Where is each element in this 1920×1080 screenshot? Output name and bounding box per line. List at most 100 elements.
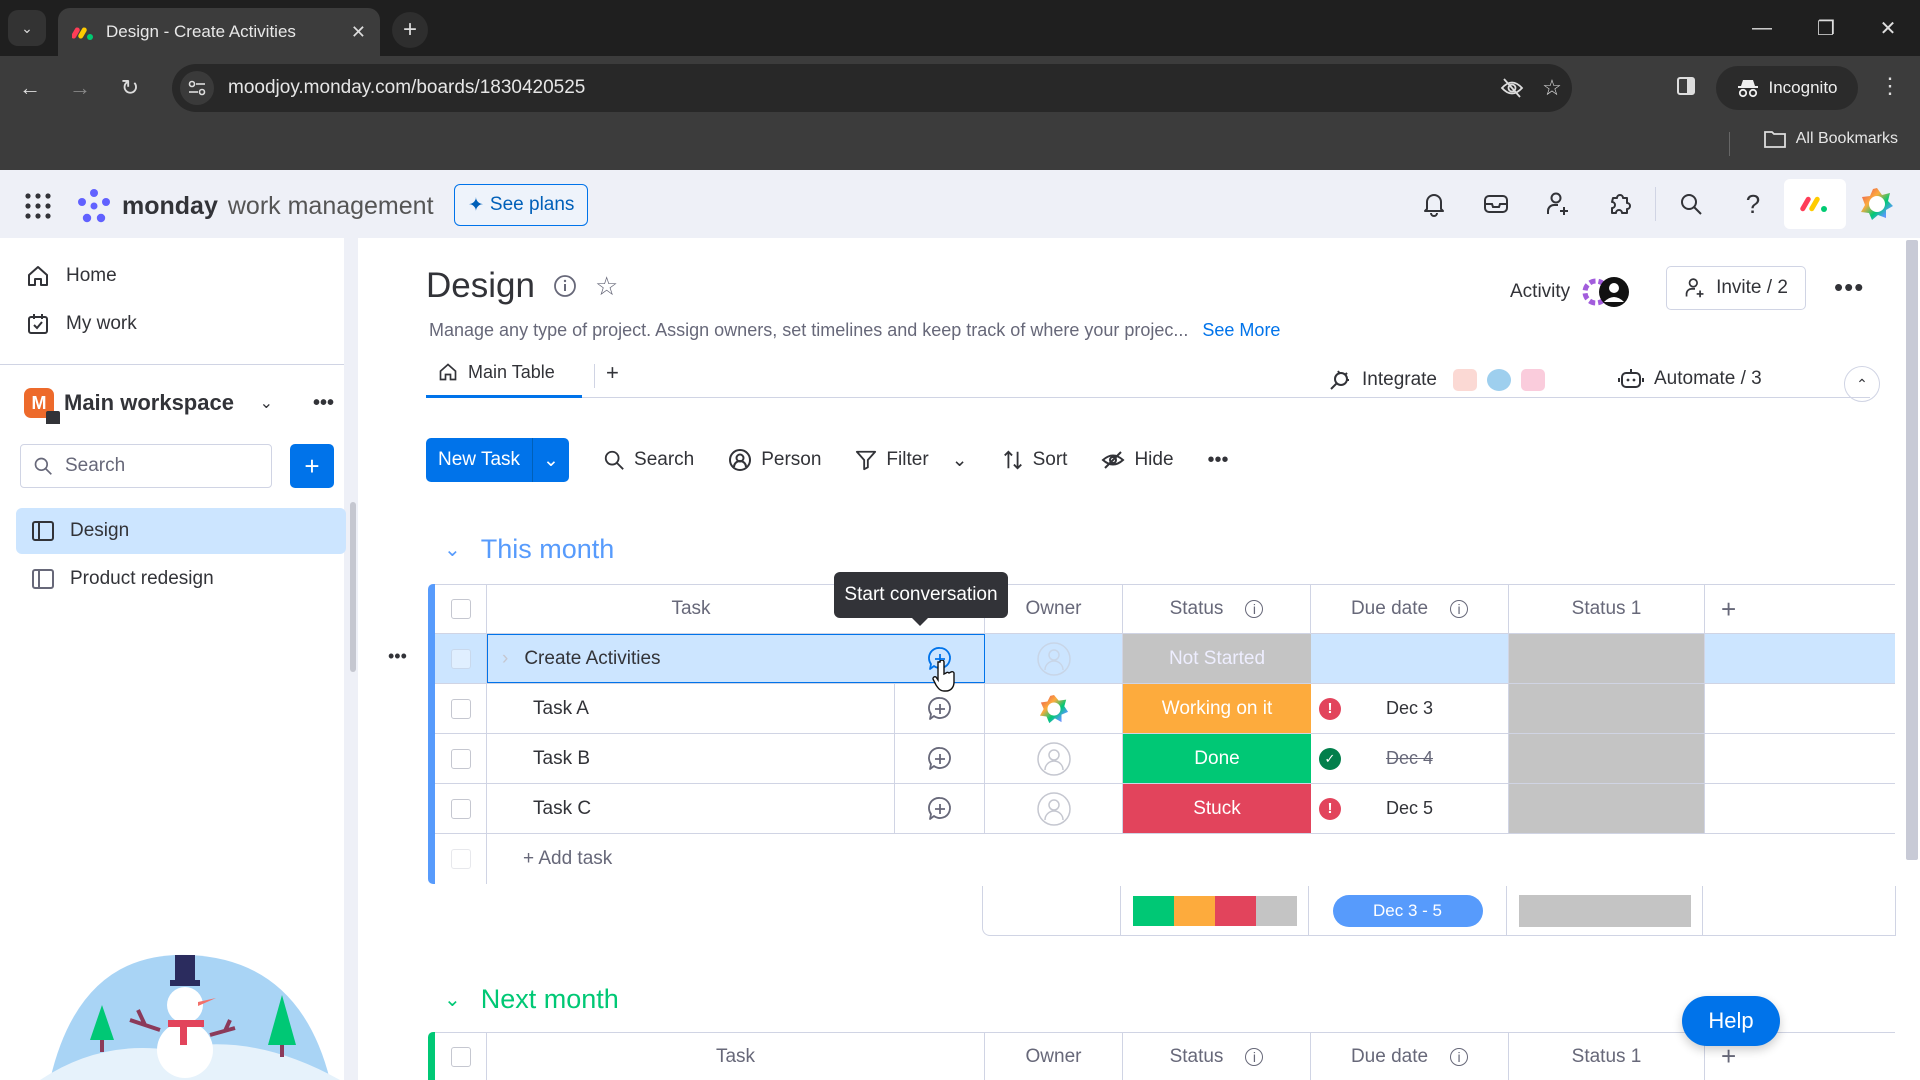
- info-icon[interactable]: i: [1245, 1047, 1264, 1066]
- group-collapse-chevron-icon[interactable]: ⌄: [444, 987, 461, 1012]
- due-date-cell[interactable]: ✓ Dec 4: [1311, 734, 1509, 783]
- add-board-button[interactable]: +: [290, 444, 334, 488]
- table-row[interactable]: Task C Stuck ! Dec 5: [435, 784, 1895, 834]
- new-tab-button[interactable]: +: [392, 12, 428, 48]
- empty-owner-icon[interactable]: [1036, 741, 1072, 777]
- group-collapse-chevron-icon[interactable]: ⌄: [444, 537, 461, 562]
- board-more-icon[interactable]: •••: [1834, 272, 1864, 303]
- task-name[interactable]: Task A: [533, 698, 589, 720]
- add-view-button[interactable]: +: [606, 360, 619, 386]
- info-icon[interactable]: i: [1245, 600, 1264, 618]
- restore-button[interactable]: ❐: [1794, 0, 1858, 56]
- sidebar-item-my-work[interactable]: My work: [26, 312, 137, 336]
- search-icon[interactable]: [1660, 192, 1722, 216]
- task-name-cell[interactable]: Task C: [487, 784, 895, 833]
- row-checkbox[interactable]: [450, 748, 471, 769]
- inbox-icon[interactable]: [1465, 193, 1527, 215]
- task-name[interactable]: Task C: [533, 798, 591, 820]
- due-date-cell[interactable]: ! Dec 5: [1311, 784, 1509, 833]
- help-button[interactable]: Help: [1682, 996, 1780, 1046]
- table-row[interactable]: Task B Done ✓ Dec 4: [435, 734, 1895, 784]
- forward-button[interactable]: →: [62, 70, 98, 106]
- side-panel-icon[interactable]: [1668, 68, 1704, 104]
- status-label[interactable]: Stuck: [1123, 784, 1311, 833]
- status-distribution-segment[interactable]: [1214, 895, 1256, 926]
- help-icon[interactable]: ?: [1722, 189, 1784, 220]
- group-header-this-month[interactable]: ⌄ This month: [444, 534, 614, 565]
- collapse-header-button[interactable]: ⌃: [1844, 366, 1880, 402]
- activity-button[interactable]: Activity: [1510, 274, 1634, 310]
- status1-column-header[interactable]: Status 1: [1509, 1033, 1705, 1080]
- owner-cell[interactable]: [985, 684, 1123, 733]
- new-task-label[interactable]: New Task: [426, 438, 534, 482]
- start-conversation-icon[interactable]: [927, 796, 953, 822]
- due-date-column-header[interactable]: Due date i: [1311, 585, 1509, 633]
- new-task-button[interactable]: New Task ⌄: [426, 438, 570, 482]
- sidebar-scrollbar[interactable]: [350, 502, 356, 672]
- status-distribution-segment[interactable]: [1132, 895, 1174, 926]
- task-name-cell[interactable]: Task A: [487, 684, 895, 733]
- row-more-icon[interactable]: •••: [388, 646, 407, 667]
- status-cell[interactable]: Not Started: [1123, 634, 1311, 683]
- owner-cell[interactable]: [985, 784, 1123, 833]
- app-switcher-icon[interactable]: [24, 192, 52, 220]
- sidebar-board-product-redesign[interactable]: Product redesign: [16, 556, 346, 602]
- favorite-star-icon[interactable]: ☆: [595, 271, 618, 302]
- monday-logo[interactable]: monday work management: [76, 188, 434, 224]
- start-conversation-icon[interactable]: [927, 696, 953, 722]
- status-column-header[interactable]: Status i: [1123, 1033, 1311, 1080]
- tab-main-table[interactable]: Main Table: [426, 362, 582, 398]
- empty-owner-icon[interactable]: [1036, 791, 1072, 827]
- row-checkbox[interactable]: [450, 648, 471, 669]
- owner-cell[interactable]: [985, 734, 1123, 783]
- task-column-header[interactable]: Task: [487, 1033, 985, 1080]
- sidebar-search-input[interactable]: Search: [20, 444, 272, 488]
- tab-search-button[interactable]: ⌄: [8, 10, 46, 46]
- integrate-button[interactable]: Integrate: [1328, 368, 1545, 392]
- hide-action[interactable]: Hide: [1101, 449, 1174, 471]
- info-icon[interactable]: i: [1450, 1047, 1469, 1066]
- task-name-cell[interactable]: › Create Activities: [487, 634, 895, 683]
- status-distribution-segment[interactable]: [1173, 895, 1215, 926]
- more-actions-icon[interactable]: •••: [1208, 449, 1229, 472]
- workspace-selector[interactable]: M Main workspace ⌄ •••: [24, 388, 334, 424]
- add-task-input[interactable]: + Add task: [487, 834, 887, 884]
- table-row[interactable]: › Create Activities Not Started: [435, 634, 1895, 684]
- invite-button[interactable]: Invite / 2: [1666, 266, 1806, 310]
- browser-menu-icon[interactable]: ⋮: [1872, 68, 1908, 104]
- info-icon[interactable]: [553, 274, 577, 298]
- add-column-button[interactable]: +: [1705, 585, 1895, 633]
- chevron-down-icon[interactable]: ⌄: [260, 393, 273, 413]
- user-avatar[interactable]: [1846, 186, 1908, 222]
- monday-products-icon[interactable]: [1784, 179, 1846, 229]
- person-filter[interactable]: Person: [728, 448, 821, 472]
- eye-off-icon[interactable]: [1492, 77, 1532, 99]
- status1-cell[interactable]: [1509, 784, 1705, 833]
- back-button[interactable]: ←: [12, 70, 48, 106]
- owner-avatar[interactable]: [1039, 694, 1069, 724]
- task-name[interactable]: Task B: [533, 748, 590, 770]
- status-summary-cell[interactable]: [1121, 886, 1309, 935]
- status1-cell[interactable]: [1509, 634, 1705, 683]
- due-date-column-header[interactable]: Due date i: [1311, 1033, 1509, 1080]
- status-label[interactable]: Not Started: [1123, 634, 1311, 683]
- status-label[interactable]: Working on it: [1123, 684, 1311, 733]
- add-update-button[interactable]: [895, 784, 985, 833]
- minimize-button[interactable]: —: [1730, 0, 1794, 56]
- reload-button[interactable]: ↻: [112, 70, 148, 106]
- group-title[interactable]: Next month: [481, 984, 619, 1015]
- new-task-dropdown-icon[interactable]: ⌄: [533, 438, 569, 482]
- search-action[interactable]: Search: [603, 449, 694, 471]
- site-info-icon[interactable]: [180, 71, 214, 105]
- apps-puzzle-icon[interactable]: [1589, 191, 1651, 217]
- add-update-button[interactable]: [895, 734, 985, 783]
- row-checkbox[interactable]: [450, 698, 471, 719]
- status-cell[interactable]: Stuck: [1123, 784, 1311, 833]
- bookmark-star-icon[interactable]: ☆: [1532, 75, 1572, 101]
- status-column-header[interactable]: Status i: [1123, 585, 1311, 633]
- sort-action[interactable]: Sort: [1002, 449, 1067, 471]
- select-all-checkbox[interactable]: [450, 599, 471, 619]
- status1-column-header[interactable]: Status 1: [1509, 585, 1705, 633]
- status-cell[interactable]: Working on it: [1123, 684, 1311, 733]
- sidebar-board-design[interactable]: Design: [16, 508, 346, 554]
